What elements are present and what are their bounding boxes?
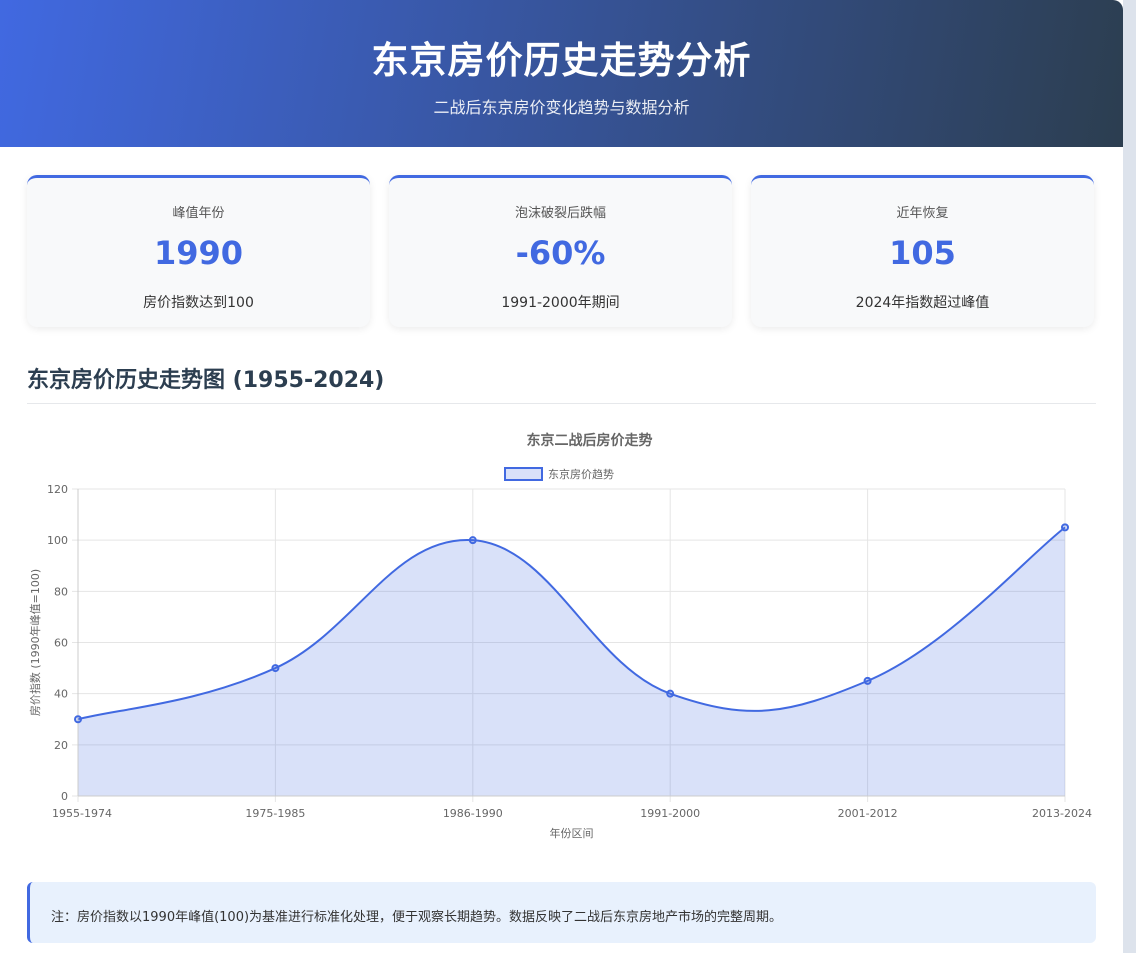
price-trend-chart: 东京二战后房价走势东京房价趋势 0 20 40 60 80 100 120 1955-1974 1… [28,432,1092,840]
y-tick-label: 100 [47,534,68,547]
stat-card-label: 近年恢复 [896,206,949,221]
data-note-text: 注：房价指数以1990年峰值(100)为基准进行标准化处理，便于观察长期趋势。数… [51,910,783,925]
data-point [271,664,280,673]
stat-card-label: 峰值年份 [172,206,225,221]
stat-card-desc: 2024年指数超过峰值 [855,295,990,311]
x-tick-label: 2001-2012 [838,807,898,820]
legend-swatch [504,467,543,481]
series-area [78,527,1065,796]
x-tick-label: 1986-1990 [443,807,503,820]
y-tick-label: 80 [54,585,68,598]
data-point [666,689,675,698]
y-tick-label: 0 [61,790,68,803]
y-tick-label: 40 [54,688,68,701]
stat-card-crash-drop: 泡沫破裂后跌幅 -60% 1991-2000年期间 [389,175,732,327]
stat-card-desc: 房价指数达到100 [143,295,254,311]
stat-card-label: 泡沫破裂后跌幅 [514,206,606,221]
stat-card-desc: 1991-2000年期间 [501,295,620,311]
page: 东京房价历史走势分析 二战后东京房价变化趋势与数据分析 峰值年份 1990 房价… [0,0,1123,953]
stat-card-value: 105 [889,234,956,272]
page-title: 东京房价历史走势分析 [371,39,752,82]
y-tick-label: 120 [47,483,68,496]
x-tick-label: 2013-2024 [1032,807,1092,820]
legend-label: 东京房价趋势 [548,467,614,481]
stat-card-peak-year: 峰值年份 1990 房价指数达到100 [27,175,370,327]
section-divider [27,403,1096,404]
y-tick-label: 20 [54,739,68,752]
stat-card-value: 1990 [153,234,244,272]
data-point [1061,523,1069,532]
data-point [468,536,477,545]
x-tick-label: 1975-1985 [245,807,305,820]
x-tick-label: 1991-2000 [640,807,700,820]
chart-section-title: 东京房价历史走势图 (1955-2024) [27,368,385,393]
data-point [863,676,872,685]
data-point [74,715,82,724]
data-note: 注：房价指数以1990年峰值(100)为基准进行标准化处理，便于观察长期趋势。数… [27,882,1096,943]
stat-card-recovery: 近年恢复 105 2024年指数超过峰值 [751,175,1094,327]
x-tick-label: 1955-1974 [52,807,112,820]
x-axis-title: 年份区间 [550,826,594,840]
chart-title: 东京二战后房价走势 [527,432,653,449]
page-subtitle: 二战后东京房价变化趋势与数据分析 [433,98,690,117]
y-tick-label: 60 [54,637,68,650]
y-axis-title: 房价指数 (1990年峰值=100) [28,569,42,716]
page-header: 东京房价历史走势分析 二战后东京房价变化趋势与数据分析 [0,0,1123,147]
stat-card-value: -60% [515,234,606,272]
scrollbar-track[interactable] [1123,0,1136,953]
